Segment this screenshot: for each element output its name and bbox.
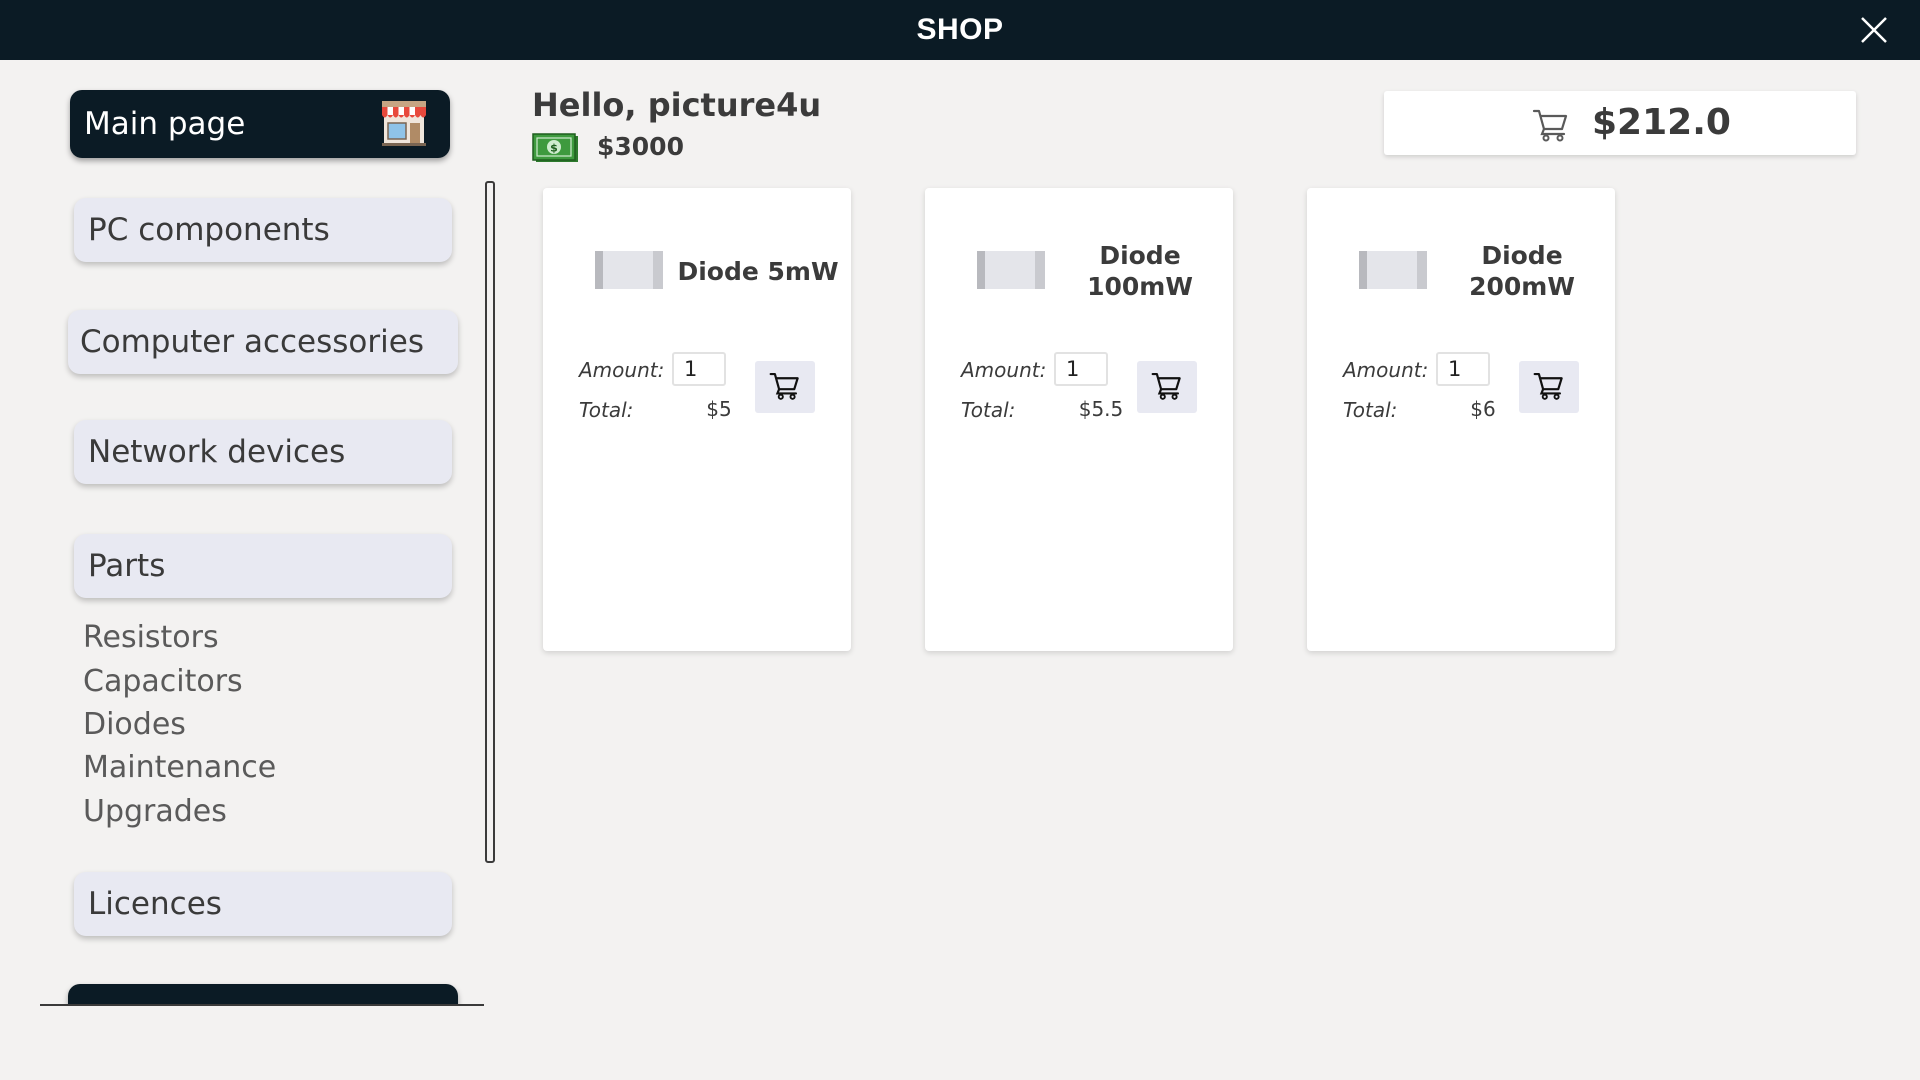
diode-image bbox=[593, 249, 665, 291]
sidebar-item-network-devices[interactable]: Network devices bbox=[74, 420, 452, 484]
diode-image bbox=[1357, 249, 1429, 291]
total-label: Total: bbox=[579, 398, 634, 422]
sidebar-subitem-diodes[interactable]: Diodes bbox=[83, 707, 186, 742]
cart-total-button[interactable]: $212.0 bbox=[1384, 91, 1856, 155]
amount-label: Amount: bbox=[1343, 358, 1429, 382]
total-label: Total: bbox=[961, 398, 1016, 422]
cart-icon bbox=[1151, 369, 1183, 405]
product-card: Diode 100mW Amount: Total: $5.5 bbox=[925, 188, 1233, 651]
sidebar-subitem-resistors[interactable]: Resistors bbox=[83, 620, 219, 655]
sidebar-item-label: Computer accessories bbox=[80, 324, 424, 360]
add-to-cart-button[interactable] bbox=[755, 361, 815, 413]
sidebar-item-label: Licences bbox=[88, 886, 222, 922]
quantity-input[interactable] bbox=[1436, 352, 1490, 386]
main-page-label: Main page bbox=[84, 106, 246, 142]
add-to-cart-button[interactable] bbox=[1137, 361, 1197, 413]
sidebar-item-partially-hidden[interactable] bbox=[68, 984, 458, 1006]
cart-icon bbox=[1532, 105, 1570, 143]
shop-icon bbox=[378, 97, 430, 149]
user-greeting: Hello, picture4u bbox=[532, 86, 822, 124]
sidebar-subitem-maintenance[interactable]: Maintenance bbox=[83, 750, 276, 785]
cart-total-amount: $212.0 bbox=[1592, 102, 1731, 143]
sidebar-subitem-capacitors[interactable]: Capacitors bbox=[83, 664, 243, 699]
sidebar-item-label: Parts bbox=[88, 548, 166, 584]
quantity-input[interactable] bbox=[672, 352, 726, 386]
amount-label: Amount: bbox=[961, 358, 1047, 382]
product-name: Diode 200mW bbox=[1469, 241, 1575, 301]
sidebar-item-computer-accessories[interactable]: Computer accessories bbox=[68, 310, 458, 374]
total-value: $5.5 bbox=[1078, 397, 1124, 421]
total-value: $5 bbox=[706, 397, 732, 421]
sidebar-item-parts[interactable]: Parts bbox=[74, 534, 452, 598]
amount-label: Amount: bbox=[579, 358, 665, 382]
window-title: SHOP bbox=[916, 13, 1004, 46]
sidebar: Main page PC components Computer accesso… bbox=[40, 60, 490, 1006]
sidebar-scrollbar[interactable] bbox=[485, 181, 495, 863]
title-bar: SHOP bbox=[0, 0, 1920, 60]
wallet-balance: $3000 bbox=[597, 132, 684, 161]
product-name: Diode 100mW bbox=[1087, 241, 1193, 301]
close-icon[interactable] bbox=[1858, 14, 1890, 46]
product-card: Diode 5mW Amount: Total: $5 bbox=[543, 188, 851, 651]
main-page-button[interactable]: Main page bbox=[70, 90, 450, 158]
total-value: $6 bbox=[1470, 397, 1496, 421]
quantity-input[interactable] bbox=[1054, 352, 1108, 386]
total-label: Total: bbox=[1343, 398, 1398, 422]
svg-text:$: $ bbox=[550, 142, 558, 155]
product-name: Diode 5mW bbox=[677, 256, 839, 286]
diode-image bbox=[975, 249, 1047, 291]
sidebar-item-label: Network devices bbox=[88, 434, 346, 470]
product-card: Diode 200mW Amount: Total: $6 bbox=[1307, 188, 1615, 651]
cart-icon bbox=[1533, 369, 1565, 405]
sidebar-item-licences[interactable]: Licences bbox=[74, 872, 452, 936]
sidebar-item-pc-components[interactable]: PC components bbox=[74, 198, 452, 262]
money-icon: $ bbox=[532, 132, 580, 164]
add-to-cart-button[interactable] bbox=[1519, 361, 1579, 413]
sidebar-subitem-upgrades[interactable]: Upgrades bbox=[83, 794, 227, 829]
cart-icon bbox=[769, 369, 801, 405]
sidebar-divider bbox=[40, 1004, 484, 1006]
sidebar-item-label: PC components bbox=[88, 212, 330, 248]
